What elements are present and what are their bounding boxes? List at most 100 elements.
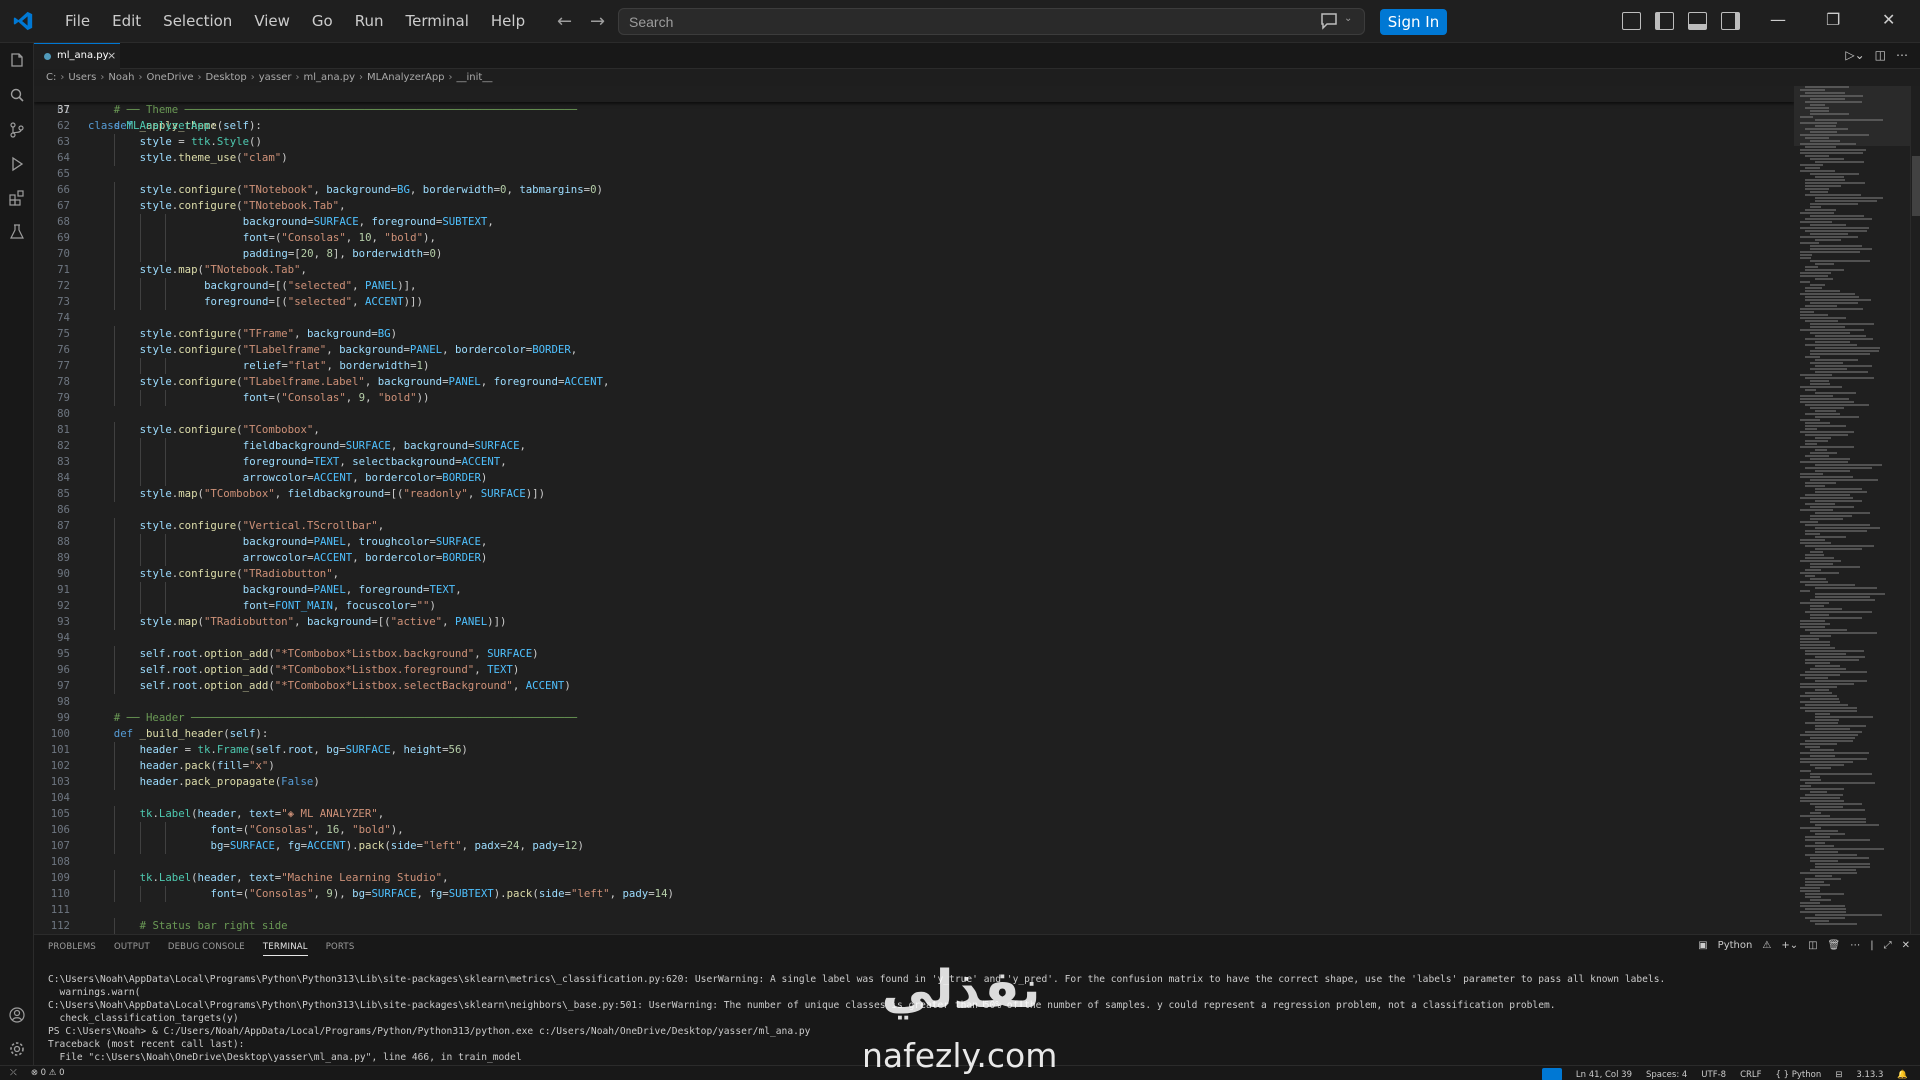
- menu-help[interactable]: Help: [480, 0, 536, 43]
- python-env-icon[interactable]: ⊟: [1835, 1070, 1842, 1080]
- menu-run[interactable]: Run: [344, 0, 395, 43]
- code-line[interactable]: 79 font=("Consolas", 9, "bold")): [34, 390, 1794, 406]
- breadcrumb-item[interactable]: yasser: [259, 72, 292, 83]
- code-line[interactable]: 62 def _apply_theme(self):: [34, 118, 1794, 134]
- encoding[interactable]: UTF-8: [1701, 1070, 1726, 1080]
- breadcrumb-item[interactable]: Noah: [108, 72, 134, 83]
- code-line[interactable]: 111: [34, 902, 1794, 918]
- problems-indicator[interactable]: ⊗ 0 ⚠ 0: [31, 1068, 65, 1078]
- split-editor-icon[interactable]: ◫: [1875, 48, 1886, 62]
- terminal-shell-icon[interactable]: ▣: [1698, 940, 1707, 951]
- code-line[interactable]: 85 style.map("TCombobox", fieldbackground…: [34, 486, 1794, 502]
- kill-terminal-icon[interactable]: 🗑: [1828, 940, 1841, 951]
- menu-edit[interactable]: Edit: [101, 0, 152, 43]
- explorer-icon[interactable]: [8, 52, 26, 70]
- code-line[interactable]: 80: [34, 406, 1794, 422]
- breadcrumb-item[interactable]: __init__: [457, 72, 493, 83]
- code-line[interactable]: 102 header.pack(fill="x"): [34, 758, 1794, 774]
- code-line[interactable]: 92 font=FONT_MAIN, focuscolor=""): [34, 598, 1794, 614]
- code-line[interactable]: 71 style.map("TNotebook.Tab",: [34, 262, 1794, 278]
- code-line[interactable]: 97 self.root.option_add("*TCombobox*Listb…: [34, 678, 1794, 694]
- indentation[interactable]: Spaces: 4: [1646, 1070, 1687, 1080]
- code-line[interactable]: 70 padding=[20, 8], borderwidth=0): [34, 246, 1794, 262]
- code-line[interactable]: 87 style.configure("Vertical.TScrollbar",: [34, 518, 1794, 534]
- toggle-panel-icon[interactable]: [1688, 12, 1707, 30]
- code-line[interactable]: 99 # ── Header ──────────────────────────…: [34, 710, 1794, 726]
- breadcrumb-item[interactable]: MLAnalyzerApp: [367, 72, 444, 83]
- breadcrumb-item[interactable]: Desktop: [205, 72, 246, 83]
- code-line[interactable]: 63 style = ttk.Style(): [34, 134, 1794, 150]
- code-line[interactable]: 95 self.root.option_add("*TCombobox*Listb…: [34, 646, 1794, 662]
- code-line[interactable]: 90 style.configure("TRadiobutton",: [34, 566, 1794, 582]
- menu-view[interactable]: View: [243, 0, 301, 43]
- code-line[interactable]: 82 fieldbackground=SURFACE, background=SU…: [34, 438, 1794, 454]
- code-line[interactable]: 105 tk.Label(header, text="◈ ML ANALYZER"…: [34, 806, 1794, 822]
- sticky-scroll-header[interactable]: 37 class MLAnalyzerApp:: [34, 86, 1794, 132]
- split-terminal-icon[interactable]: ◫: [1808, 940, 1817, 951]
- more-actions-icon[interactable]: ⋯: [1896, 48, 1908, 62]
- code-line[interactable]: 108: [34, 854, 1794, 870]
- command-center-search[interactable]: ⌄: [618, 8, 1365, 35]
- minimap[interactable]: [1794, 86, 1914, 934]
- code-line[interactable]: 72 background=[("selected", PANEL)],: [34, 278, 1794, 294]
- menu-selection[interactable]: Selection: [152, 0, 243, 43]
- code-line[interactable]: 75 style.configure("TFrame", background=B…: [34, 326, 1794, 342]
- close-panel-icon[interactable]: ✕: [1902, 940, 1910, 951]
- panel-tab-problems[interactable]: PROBLEMS: [48, 942, 96, 956]
- panel-tab-ports[interactable]: PORTS: [326, 942, 355, 956]
- code-editor[interactable]: 37 class MLAnalyzerApp: 61 # ── Theme ───…: [34, 86, 1794, 934]
- zoom-indicator[interactable]: [1541, 1068, 1562, 1080]
- code-line[interactable]: 68 background=SURFACE, foreground=SUBTEXT…: [34, 214, 1794, 230]
- panel-tab-debug-console[interactable]: DEBUG CONSOLE: [168, 942, 245, 956]
- breadcrumb-item[interactable]: ml_ana.py: [303, 72, 355, 83]
- customize-layout-icon[interactable]: [1622, 12, 1641, 30]
- terminal-shell-label[interactable]: Python: [1718, 940, 1753, 951]
- search-icon[interactable]: [8, 87, 26, 105]
- menu-terminal[interactable]: Terminal: [395, 0, 480, 43]
- code-line[interactable]: 101 header = tk.Frame(self.root, bg=SURFA…: [34, 742, 1794, 758]
- code-line[interactable]: 109 tk.Label(header, text="Machine Learni…: [34, 870, 1794, 886]
- code-line[interactable]: 64 style.theme_use("clam"): [34, 150, 1794, 166]
- code-line[interactable]: 88 background=PANEL, troughcolor=SURFACE,: [34, 534, 1794, 550]
- code-line[interactable]: 93 style.map("TRadiobutton", background=[…: [34, 614, 1794, 630]
- source-control-icon[interactable]: [8, 121, 26, 139]
- code-line[interactable]: 74: [34, 310, 1794, 326]
- toggle-primary-sidebar-icon[interactable]: [1655, 12, 1674, 30]
- breadcrumb-item[interactable]: Users: [68, 72, 96, 83]
- gear-icon[interactable]: [8, 1040, 26, 1058]
- account-icon[interactable]: [8, 1006, 26, 1024]
- breadcrumb-item[interactable]: C:: [46, 72, 56, 83]
- new-terminal-icon[interactable]: +⌄: [1781, 940, 1798, 951]
- code-line[interactable]: 66 style.configure("TNotebook", backgroun…: [34, 182, 1794, 198]
- code-line[interactable]: 106 font=("Consolas", 16, "bold"),: [34, 822, 1794, 838]
- code-line[interactable]: 103 header.pack_propagate(False): [34, 774, 1794, 790]
- code-line[interactable]: 86: [34, 502, 1794, 518]
- search-input[interactable]: [629, 12, 1189, 32]
- tab-ml-ana-py[interactable]: ml_ana.py ×: [34, 43, 120, 69]
- code-line[interactable]: 112 # Status bar right side: [34, 918, 1794, 934]
- more-icon[interactable]: ⋯: [1850, 940, 1860, 951]
- code-line[interactable]: 84 arrowcolor=ACCENT, bordercolor=BORDER): [34, 470, 1794, 486]
- code-line[interactable]: 110 font=("Consolas", 9), bg=SURFACE, fg=…: [34, 886, 1794, 902]
- remote-icon[interactable]: ⤫: [10, 1068, 17, 1078]
- code-line[interactable]: 100 def _build_header(self):: [34, 726, 1794, 742]
- run-debug-icon[interactable]: [8, 155, 26, 173]
- toggle-secondary-sidebar-icon[interactable]: [1721, 12, 1740, 30]
- code-line[interactable]: 81 style.configure("TCombobox",: [34, 422, 1794, 438]
- code-line[interactable]: 67 style.configure("TNotebook.Tab",: [34, 198, 1794, 214]
- scrollbar-thumb[interactable]: [1912, 156, 1920, 216]
- panel-tab-terminal[interactable]: TERMINAL: [262, 942, 308, 956]
- code-line[interactable]: 61 # ── Theme ───────────────────────────…: [34, 102, 1794, 118]
- minimize-icon[interactable]: —: [1770, 10, 1786, 29]
- testing-icon[interactable]: [8, 223, 26, 241]
- code-line[interactable]: 76 style.configure("TLabelframe", backgro…: [34, 342, 1794, 358]
- language-mode[interactable]: { } Python: [1776, 1070, 1822, 1080]
- chat-dropdown-icon[interactable]: ⌄: [1344, 13, 1352, 24]
- python-version[interactable]: 3.13.3: [1856, 1070, 1883, 1080]
- code-line[interactable]: 107 bg=SURFACE, fg=ACCENT).pack(side="lef…: [34, 838, 1794, 854]
- code-line[interactable]: 89 arrowcolor=ACCENT, bordercolor=BORDER): [34, 550, 1794, 566]
- restore-icon[interactable]: ❐: [1826, 10, 1840, 29]
- code-line[interactable]: 96 self.root.option_add("*TCombobox*Listb…: [34, 662, 1794, 678]
- close-window-icon[interactable]: ✕: [1882, 10, 1895, 29]
- maximize-panel-icon[interactable]: ⤢: [1884, 940, 1892, 951]
